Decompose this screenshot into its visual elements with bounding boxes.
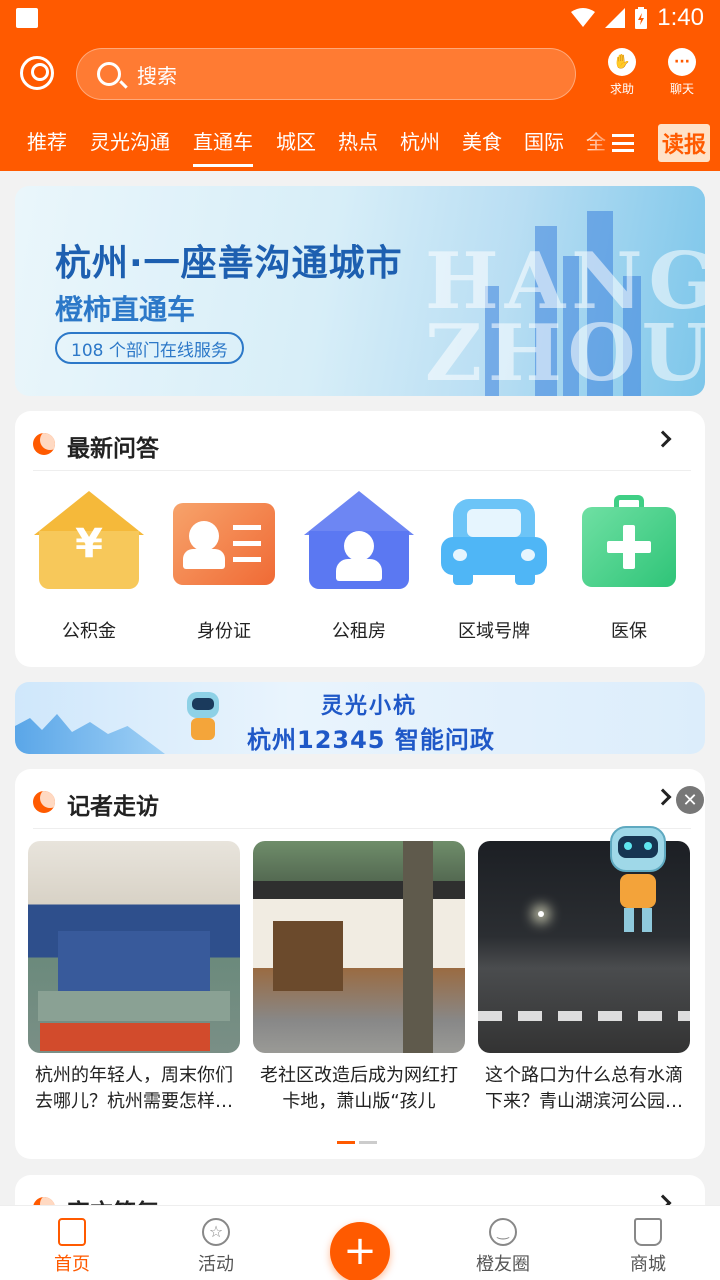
help-icon: ✋	[608, 48, 636, 76]
article-caption: 杭州的年轻人，周末你们去哪儿？杭州需要怎样…	[35, 1065, 233, 1112]
section-moon-icon	[33, 791, 55, 813]
signal-icon	[605, 8, 626, 28]
qa-title: 最新问答	[67, 436, 159, 462]
article-caption: 这个路口为什么总有水滴下来？青山湖滨河公园…	[485, 1065, 683, 1112]
menu-icon[interactable]	[612, 134, 634, 152]
hero-banner[interactable]: HANG ZHOU 杭州·一座善沟通城市 橙柿直通车 108 个部门在线服务	[15, 186, 705, 396]
tab-zhitongche[interactable]: 直通车	[193, 126, 253, 167]
tab-hot[interactable]: 热点	[338, 126, 378, 155]
bottom-nav: 首页 ☆ 活动 + ‿ 橙友圈 商城	[0, 1205, 720, 1280]
robot-mascot-icon	[183, 692, 223, 750]
chat-button[interactable]: ··· 聊天	[652, 48, 712, 97]
article-image-meeting	[28, 841, 240, 1053]
status-bar: 1:40	[0, 0, 720, 36]
tab-hangzhou[interactable]: 杭州	[400, 126, 440, 155]
status-time: 1:40	[657, 4, 704, 31]
search-input[interactable]: 搜索	[76, 48, 576, 100]
house-person-icon	[304, 491, 414, 591]
car-icon	[439, 491, 549, 591]
chevron-right-icon[interactable]	[654, 430, 672, 448]
qa-item-label: 区域号牌	[458, 621, 530, 642]
nav-label: 首页	[54, 1254, 90, 1275]
qa-card: 最新问答 ¥ 公积金 身份证 公租房 区域号牌 医保	[15, 411, 705, 667]
nav-home[interactable]: 首页	[27, 1216, 117, 1276]
star-circle-icon: ☆	[202, 1218, 230, 1246]
qa-item-label: 医保	[611, 621, 647, 642]
medical-kit-icon	[574, 491, 684, 591]
id-card-icon	[169, 491, 279, 591]
nav-mall[interactable]: 商城	[603, 1216, 693, 1276]
wifi-icon	[571, 8, 596, 27]
app-header: 1:40 搜索 ✋ 求助 ··· 聊天 推荐 灵光沟通 直通车 城区 热点 杭州…	[0, 0, 720, 171]
help-button[interactable]: ✋ 求助	[592, 48, 652, 97]
banner-title: 杭州·一座善沟通城市	[55, 243, 403, 284]
nav-label: 橙友圈	[476, 1254, 530, 1275]
article-card[interactable]: 杭州的年轻人，周末你们去哪儿？杭州需要怎样…	[28, 841, 240, 1115]
qa-item-label: 公积金	[62, 621, 116, 642]
profile-icon[interactable]	[20, 56, 54, 90]
tab-international[interactable]: 国际	[524, 126, 564, 155]
channel-tabs: 推荐 灵光沟通 直通车 城区 热点 杭州 美食 国际 全 读报	[0, 118, 720, 171]
smile-circle-icon: ‿	[489, 1218, 517, 1246]
cart-icon	[634, 1218, 662, 1246]
assistant-banner[interactable]: 灵光小杭 杭州12345 智能问政	[15, 682, 705, 754]
reporter-card: 记者走访 杭州的年轻人，周末你们去哪儿？杭州需要怎样… 老社区改造后成为网红打卡…	[15, 769, 705, 1159]
search-placeholder: 搜索	[137, 63, 177, 88]
yuan-house-icon: ¥	[34, 491, 144, 591]
reporter-title: 记者走访	[67, 794, 159, 820]
qa-item-label: 身份证	[197, 621, 251, 642]
tab-recommend[interactable]: 推荐	[27, 126, 67, 155]
nav-activity[interactable]: ☆ 活动	[171, 1216, 261, 1276]
add-post-button[interactable]: +	[330, 1222, 390, 1280]
assistant-line2: 杭州12345 智能问政	[247, 726, 495, 754]
floating-robot-mascot-icon[interactable]	[606, 826, 670, 938]
tab-district[interactable]: 城区	[276, 126, 316, 155]
chevron-right-icon[interactable]	[654, 788, 672, 806]
section-moon-icon	[33, 433, 55, 455]
read-paper-badge[interactable]: 读报	[658, 124, 710, 162]
assistant-line1: 灵光小杭	[321, 694, 418, 719]
article-caption: 老社区改造后成为网红打卡地，萧山版“孩儿巷”来…	[260, 1065, 458, 1112]
nav-community[interactable]: ‿ 橙友圈	[458, 1216, 548, 1276]
qa-item-label: 公租房	[332, 621, 386, 642]
battery-icon	[635, 7, 648, 29]
nav-label: 商城	[630, 1254, 666, 1275]
carousel-indicator	[337, 1129, 381, 1148]
tab-lingguang[interactable]: 灵光沟通	[90, 126, 170, 155]
chat-icon: ···	[668, 48, 696, 76]
chat-label: 聊天	[669, 82, 694, 96]
banner-subtitle: 橙柿直通车	[55, 293, 196, 326]
gallery-notification-icon	[16, 8, 38, 28]
article-card[interactable]: 老社区改造后成为网红打卡地，萧山版“孩儿巷”来…	[253, 841, 465, 1115]
tab-food[interactable]: 美食	[462, 126, 502, 155]
banner-pill: 108 个部门在线服务	[55, 332, 244, 364]
article-image-storefront	[253, 841, 465, 1053]
search-icon	[97, 62, 121, 86]
banner-watermark: HANG ZHOU	[425, 236, 705, 396]
home-doc-icon	[58, 1218, 86, 1246]
nav-label: 活动	[198, 1254, 234, 1275]
help-label: 求助	[609, 82, 634, 96]
close-icon[interactable]: ✕	[676, 786, 704, 814]
